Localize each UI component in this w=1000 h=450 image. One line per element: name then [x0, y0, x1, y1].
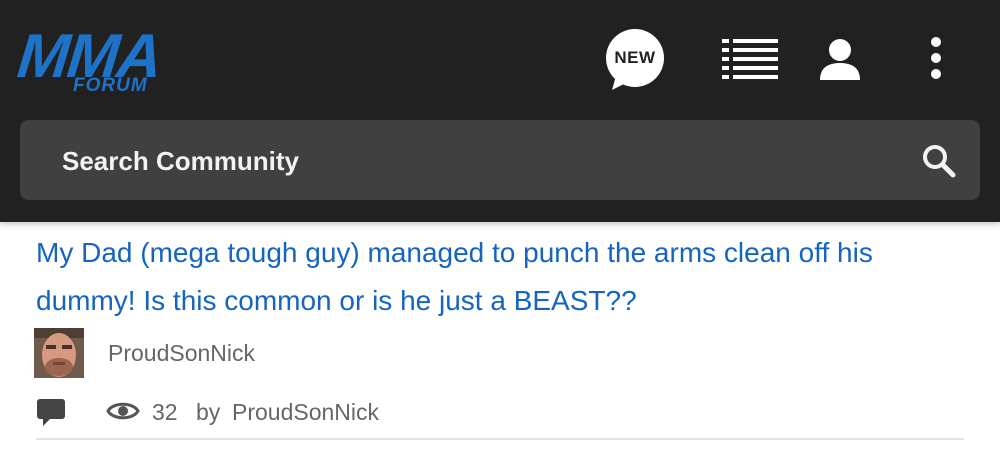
thread-list-item: My Dad (mega tough guy) managed to punch… — [0, 222, 1000, 450]
author-name[interactable]: ProudSonNick — [108, 340, 255, 367]
item-divider — [36, 438, 964, 440]
site-logo[interactable]: MMA FORUM — [14, 22, 228, 98]
search-placeholder: Search Community — [62, 146, 299, 176]
eye-icon — [106, 398, 140, 424]
site-header: MMA FORUM NEW Search Community — [0, 0, 1000, 222]
last-post-author[interactable]: ProudSonNick — [232, 399, 379, 426]
by-label: by — [196, 399, 221, 425]
view-count: 32 — [152, 399, 178, 425]
search-icon[interactable] — [922, 144, 956, 178]
more-vertical-icon[interactable] — [924, 36, 948, 84]
search-input[interactable]: Search Community — [20, 120, 980, 200]
user-icon[interactable] — [818, 38, 862, 82]
page: MMA FORUM NEW Search Community My Dad (m… — [0, 0, 1000, 450]
new-label: NEW — [614, 48, 656, 67]
new-posts-button[interactable]: NEW — [602, 28, 668, 92]
thread-title-link[interactable]: My Dad (mega tough guy) managed to punch… — [36, 229, 956, 325]
avatar[interactable] — [34, 328, 84, 378]
list-icon[interactable] — [722, 38, 778, 84]
logo-sub-text: FORUM — [73, 75, 148, 96]
comment-icon — [36, 398, 66, 428]
